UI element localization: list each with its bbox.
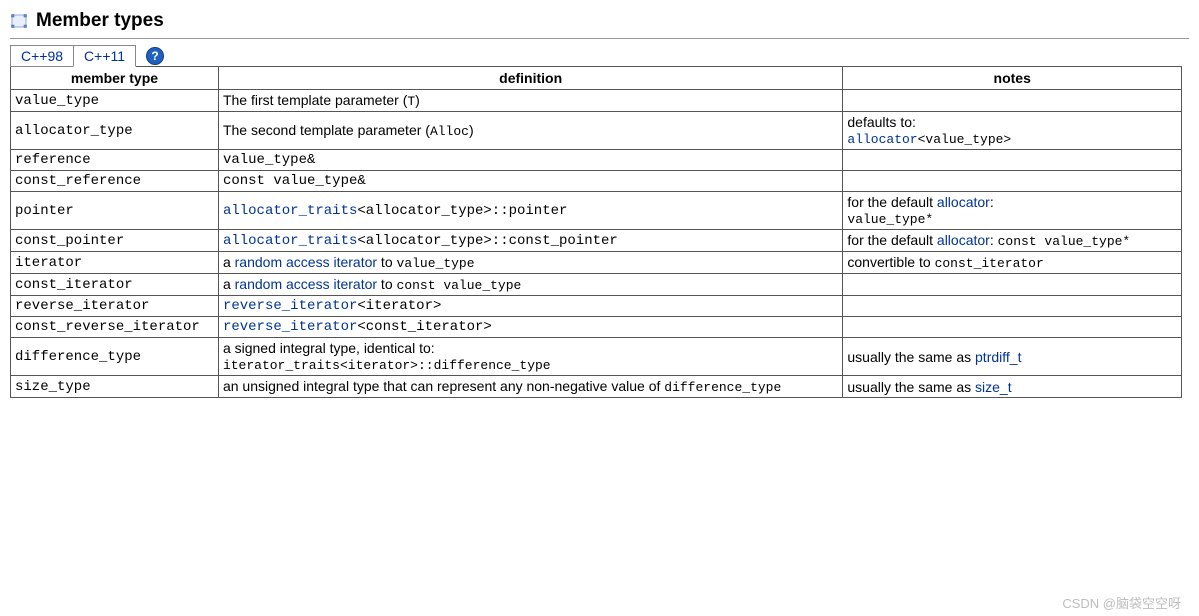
allocator-link[interactable]: allocator <box>937 232 990 248</box>
cell-member-type: const_pointer <box>11 230 219 252</box>
random-access-iterator-link[interactable]: random access iterator <box>235 254 377 270</box>
cell-definition: a random access iterator to value_type <box>218 252 842 274</box>
cell-notes <box>843 296 1182 317</box>
cell-member-type: size_type <box>11 376 219 398</box>
cell-notes: defaults to: allocator<value_type> <box>843 112 1182 150</box>
random-access-iterator-link[interactable]: random access iterator <box>235 276 377 292</box>
member-types-table: member type definition notes value_type … <box>10 66 1182 398</box>
cell-notes: usually the same as ptrdiff_t <box>843 338 1182 376</box>
size-t-link[interactable]: size_t <box>975 379 1012 395</box>
cell-notes: for the default allocator: value_type* <box>843 192 1182 230</box>
cell-definition: The first template parameter (T) <box>218 90 842 112</box>
cell-member-type: difference_type <box>11 338 219 376</box>
allocator-link[interactable]: allocator <box>937 194 990 210</box>
cell-definition: The second template parameter (Alloc) <box>218 112 842 150</box>
cell-member-type: const_iterator <box>11 274 219 296</box>
cell-member-type: reference <box>11 150 219 171</box>
cell-definition: value_type& <box>218 150 842 171</box>
table-header-row: member type definition notes <box>11 67 1182 90</box>
cell-member-type: allocator_type <box>11 112 219 150</box>
table-row: reference value_type& <box>11 150 1182 171</box>
header-notes: notes <box>843 67 1182 90</box>
cell-definition: an unsigned integral type that can repre… <box>218 376 842 398</box>
table-row: iterator a random access iterator to val… <box>11 252 1182 274</box>
section-title: Member types <box>36 10 164 32</box>
section-divider <box>10 38 1189 39</box>
cell-member-type: iterator <box>11 252 219 274</box>
cell-definition: a random access iterator to const value_… <box>218 274 842 296</box>
table-row: size_type an unsigned integral type that… <box>11 376 1182 398</box>
cell-notes <box>843 90 1182 112</box>
header-definition: definition <box>218 67 842 90</box>
reverse-iterator-link[interactable]: reverse_iterator <box>223 319 357 335</box>
table-row: allocator_type The second template param… <box>11 112 1182 150</box>
cell-member-type: const_reference <box>11 171 219 192</box>
ptrdiff-t-link[interactable]: ptrdiff_t <box>975 349 1021 365</box>
section-header: Member types <box>10 10 1189 32</box>
tab-cpp98[interactable]: C++98 <box>10 45 74 67</box>
help-icon[interactable]: ? <box>146 47 164 65</box>
table-row: pointer allocator_traits<allocator_type>… <box>11 192 1182 230</box>
cell-definition: reverse_iterator<const_iterator> <box>218 317 842 338</box>
allocator-link[interactable]: allocator <box>847 132 917 147</box>
table-row: difference_type a signed integral type, … <box>11 338 1182 376</box>
table-row: const_reverse_iterator reverse_iterator<… <box>11 317 1182 338</box>
cell-notes: for the default allocator: const value_t… <box>843 230 1182 252</box>
cell-member-type: const_reverse_iterator <box>11 317 219 338</box>
cell-member-type: pointer <box>11 192 219 230</box>
tab-cpp11[interactable]: C++11 <box>73 45 136 67</box>
watermark: CSDN @脑袋空空呀 <box>1062 593 1181 612</box>
allocator-traits-link[interactable]: allocator_traits <box>223 203 357 219</box>
allocator-traits-link[interactable]: allocator_traits <box>223 233 357 249</box>
cell-notes <box>843 317 1182 338</box>
cell-definition: reverse_iterator<iterator> <box>218 296 842 317</box>
cell-notes: convertible to const_iterator <box>843 252 1182 274</box>
cell-member-type: value_type <box>11 90 219 112</box>
reverse-iterator-link[interactable]: reverse_iterator <box>223 298 357 314</box>
header-member-type: member type <box>11 67 219 90</box>
cell-notes <box>843 274 1182 296</box>
cell-notes <box>843 171 1182 192</box>
cell-definition: const value_type& <box>218 171 842 192</box>
cell-notes: usually the same as size_t <box>843 376 1182 398</box>
table-row: const_reference const value_type& <box>11 171 1182 192</box>
anchor-icon <box>10 12 28 30</box>
cell-definition: allocator_traits<allocator_type>::const_… <box>218 230 842 252</box>
cell-definition: a signed integral type, identical to: it… <box>218 338 842 376</box>
table-row: const_iterator a random access iterator … <box>11 274 1182 296</box>
cell-definition: allocator_traits<allocator_type>::pointe… <box>218 192 842 230</box>
cell-member-type: reverse_iterator <box>11 296 219 317</box>
table-row: reverse_iterator reverse_iterator<iterat… <box>11 296 1182 317</box>
cell-notes <box>843 150 1182 171</box>
table-row: const_pointer allocator_traits<allocator… <box>11 230 1182 252</box>
table-row: value_type The first template parameter … <box>11 90 1182 112</box>
tabs: C++98 C++11 ? <box>10 45 1189 67</box>
